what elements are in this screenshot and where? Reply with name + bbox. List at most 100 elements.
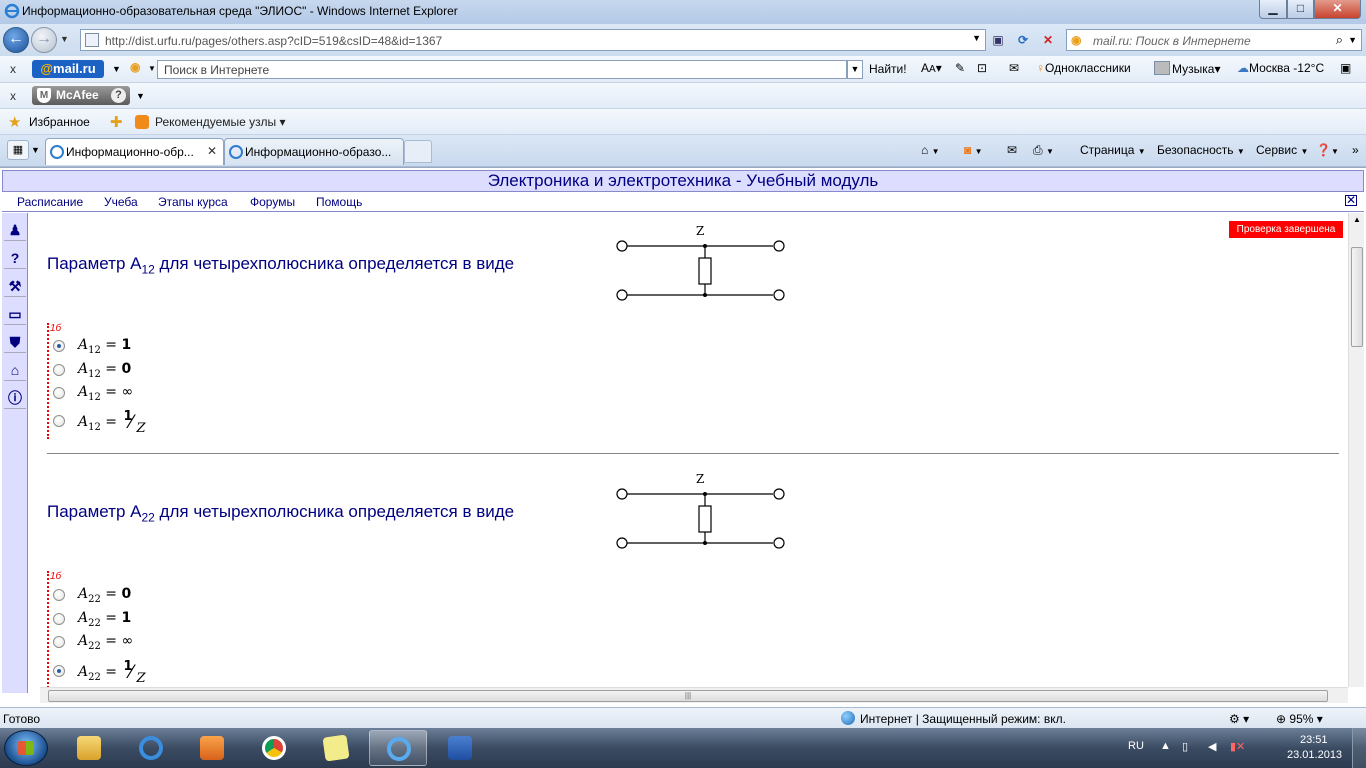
weather-widget[interactable]: ☁Москва -12°C <box>1237 61 1324 75</box>
address-bar[interactable]: http://dist.urfu.ru/pages/others.asp?cID… <box>80 29 986 51</box>
show-desktop-button[interactable] <box>1352 728 1366 768</box>
engine-dropdown-icon[interactable]: ▼ <box>148 64 156 73</box>
answer-option[interactable]: A22 = 1 ⁄ Z <box>53 659 253 686</box>
network-icon[interactable]: ▮✕ <box>1230 740 1245 753</box>
question-icon[interactable]: ? <box>4 247 26 269</box>
maximize-button[interactable]: □ <box>1287 0 1314 19</box>
help-icon[interactable]: ❓▼ <box>1316 143 1339 157</box>
clock-time[interactable]: 23:51 <box>1300 734 1328 746</box>
media-player-taskbar-button[interactable] <box>183 730 241 766</box>
minimize-button[interactable]: ▁ <box>1259 0 1287 19</box>
suggested-sites-button[interactable]: Рекомендуемые узлы ▾ <box>155 115 286 129</box>
answer-option[interactable]: A22 = ∞ <box>53 632 253 654</box>
mcafee-dropdown-icon[interactable]: ▼ <box>136 91 145 101</box>
stop-icon[interactable]: ✕ <box>1039 32 1057 48</box>
mcafee-help-icon[interactable]: ? <box>111 88 126 103</box>
mailru-logo[interactable]: @mail.ru <box>32 60 104 78</box>
odnoklassniki-link[interactable]: ♀Одноклассники <box>1036 61 1131 75</box>
print-icon[interactable]: ⎙ ▼ <box>1033 143 1054 158</box>
toolbar-more-icon[interactable]: ▣ <box>1340 61 1351 75</box>
add-favorite-icon[interactable]: ✚ <box>110 113 123 131</box>
close-toolbar-icon[interactable]: x <box>10 62 16 76</box>
radio-button[interactable] <box>53 387 65 399</box>
history-dropdown-icon[interactable]: ▼ <box>60 34 69 44</box>
back-button[interactable]: ← <box>3 27 29 53</box>
protected-mode-icon[interactable]: ⚙ ▾ <box>1229 712 1249 726</box>
tab-list-dropdown-icon[interactable]: ▼ <box>31 145 40 155</box>
tools-menu[interactable]: Сервис ▼ <box>1256 143 1308 157</box>
radio-button[interactable] <box>53 613 65 625</box>
read-mail-icon[interactable]: ✉ <box>1007 143 1017 157</box>
forward-button[interactable]: → <box>31 27 57 53</box>
close-toolbar-icon[interactable]: x <box>10 89 16 103</box>
scrollbar-thumb[interactable] <box>1351 247 1363 347</box>
security-zone[interactable]: Интернет | Защищенный режим: вкл. <box>860 712 1066 726</box>
tray-expand-icon[interactable]: ▲ <box>1160 740 1171 752</box>
answer-option[interactable]: A22 = 0 <box>53 585 253 607</box>
mcafee-logo[interactable]: M McAfee ? <box>32 86 130 105</box>
answer-option[interactable]: A22 = 1 <box>53 609 253 631</box>
shield-icon[interactable]: ⛊ <box>4 331 26 353</box>
search-placeholder[interactable]: mail.ru: Поиск в Интернете <box>1093 34 1251 48</box>
person-icon[interactable]: ♟ <box>4 219 26 241</box>
window-title-bar[interactable]: Информационно-образовательная среда "ЭЛИ… <box>0 0 1366 24</box>
page-menu[interactable]: Страница ▼ <box>1080 143 1146 157</box>
url-text[interactable]: http://dist.urfu.ru/pages/others.asp?cID… <box>105 34 442 48</box>
device-icon[interactable]: ▯ <box>1182 740 1188 753</box>
search-engine-icon[interactable]: ◉ <box>130 60 140 74</box>
explorer-taskbar-button[interactable] <box>60 730 118 766</box>
sticky-notes-taskbar-button[interactable] <box>307 730 365 766</box>
horizontal-scrollbar[interactable]: ||| <box>40 687 1348 703</box>
scroll-up-icon[interactable]: ▲ <box>1353 215 1361 224</box>
favorites-button[interactable]: Избранное <box>29 115 90 129</box>
radio-button[interactable] <box>53 364 65 376</box>
favorites-star-icon[interactable]: ★ <box>8 113 21 131</box>
tab-inactive[interactable]: Информационно-образо... <box>224 138 404 165</box>
chrome-taskbar-button[interactable] <box>245 730 303 766</box>
search-go-icon[interactable]: ⌕ <box>1336 32 1343 48</box>
menu-forums[interactable]: Форумы <box>250 195 295 209</box>
folder-icon[interactable]: ▭ <box>4 303 26 325</box>
language-indicator[interactable]: RU <box>1128 740 1144 752</box>
font-size-icon[interactable]: AA▾ <box>921 61 942 75</box>
answer-option[interactable]: A12 = 0 <box>53 360 253 382</box>
zoom-tool-icon[interactable]: ⊡ <box>977 61 987 75</box>
radio-button[interactable] <box>53 415 65 427</box>
menu-schedule[interactable]: Расписание <box>17 195 83 209</box>
ie-taskbar-button[interactable] <box>122 730 180 766</box>
close-frame-icon[interactable]: ✕ <box>1345 194 1357 206</box>
scrollbar-thumb[interactable]: ||| <box>48 690 1328 702</box>
mailru-search-input[interactable]: Поиск в Интернете <box>157 60 847 79</box>
answer-option[interactable]: A12 = 1 <box>53 336 253 358</box>
music-menu[interactable]: Музыка▾ <box>1154 61 1220 76</box>
highlight-icon[interactable]: ✎ <box>955 61 965 75</box>
answer-option[interactable]: A12 = ∞ <box>53 383 253 405</box>
radio-button[interactable] <box>53 636 65 648</box>
new-tab-button[interactable] <box>404 140 432 163</box>
zoom-control[interactable]: ⊕ 95% ▾ <box>1276 712 1323 726</box>
radio-button-selected[interactable] <box>53 665 65 677</box>
compatibility-view-icon[interactable]: ▣ <box>989 32 1007 48</box>
search-box[interactable]: ◉ mail.ru: Поиск в Интернете ⌕ ▼ <box>1066 29 1362 51</box>
mailru-search-dropdown[interactable]: ▼ <box>847 60 863 79</box>
network-icon[interactable]: ⌂ <box>4 359 26 381</box>
ie-active-taskbar-button[interactable] <box>369 730 427 766</box>
volume-icon[interactable]: ◀ <box>1208 740 1216 753</box>
info-icon[interactable]: ⓘ <box>4 387 26 409</box>
address-dropdown-icon[interactable]: ▼ <box>972 33 981 43</box>
start-button[interactable] <box>4 730 48 766</box>
menu-course-stages[interactable]: Этапы курса <box>158 195 228 209</box>
feeds-icon[interactable]: ◙ ▼ <box>964 143 983 157</box>
menu-help[interactable]: Помощь <box>316 195 362 209</box>
tab-active[interactable]: Информационно-обр... ✕ <box>45 138 224 165</box>
radio-button[interactable] <box>53 589 65 601</box>
search-dropdown-icon[interactable]: ▼ <box>1348 35 1357 45</box>
close-window-button[interactable]: ✕ <box>1314 0 1361 19</box>
quick-tabs-button[interactable]: ▦ <box>7 140 29 160</box>
safety-menu[interactable]: Безопасность ▼ <box>1157 143 1245 157</box>
refresh-icon[interactable]: ⟳ <box>1014 32 1032 48</box>
close-tab-icon[interactable]: ✕ <box>207 144 217 158</box>
radio-button-selected[interactable] <box>53 340 65 352</box>
home-icon[interactable]: ⌂ ▼ <box>921 143 940 157</box>
clock-date[interactable]: 23.01.2013 <box>1287 749 1342 761</box>
